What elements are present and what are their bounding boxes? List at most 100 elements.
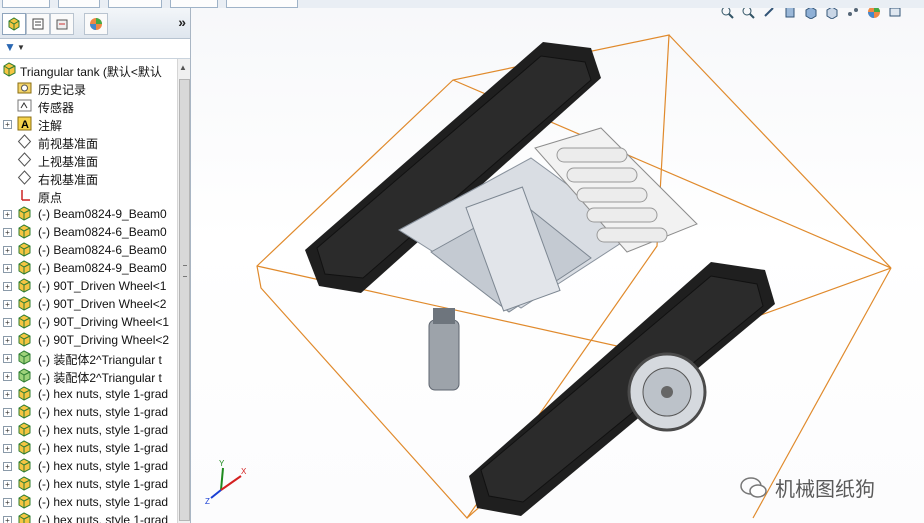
part-icon xyxy=(17,260,32,275)
watermark: 机械图纸狗 xyxy=(739,473,875,502)
tree-item-label: (-) hex nuts, style 1-grad xyxy=(38,423,169,437)
tree-item-label: 传感器 xyxy=(38,101,75,115)
tank-model-render xyxy=(256,34,892,519)
tree-item[interactable]: 历史记录 xyxy=(0,79,176,97)
scroll-up-icon[interactable]: ▲ xyxy=(179,63,187,72)
assembly-icon xyxy=(17,368,32,383)
tree-item-label: (-) 90T_Driven Wheel<2 xyxy=(38,297,167,311)
triad-x-label: X xyxy=(241,467,247,476)
feature-tree-tab[interactable] xyxy=(2,13,26,35)
command-tab-3[interactable] xyxy=(108,0,162,8)
plane-icon xyxy=(17,152,32,167)
expand-toggle[interactable]: + xyxy=(3,318,12,327)
tree-item-label: (-) hex nuts, style 1-grad xyxy=(38,495,169,509)
part-icon xyxy=(17,242,32,257)
wechat-icon xyxy=(740,476,767,498)
expand-toggle[interactable]: + xyxy=(3,480,12,489)
expand-toggle[interactable]: + xyxy=(3,264,12,273)
tree-item[interactable]: + A 注解 xyxy=(0,115,176,133)
expand-toggle[interactable]: + xyxy=(3,354,12,363)
expand-toggle[interactable]: + xyxy=(3,120,12,129)
tree-item[interactable]: + (-) hex nuts, style 1-grad xyxy=(0,403,176,421)
command-tab-5[interactable] xyxy=(226,0,298,8)
tree-item-label: (-) Beam0824-9_Beam0 xyxy=(38,207,167,221)
triad-z-label: Z xyxy=(205,497,210,506)
origin-icon xyxy=(17,188,32,203)
expand-toggle[interactable]: + xyxy=(3,372,12,381)
annotation-icon: A xyxy=(17,116,32,131)
tree-item[interactable]: + (-) hex nuts, style 1-grad xyxy=(0,439,176,457)
tree-filter-bar[interactable]: ▼ ▼ xyxy=(0,38,190,59)
sensor-icon xyxy=(17,98,32,113)
tree-item[interactable]: 右视基准面 xyxy=(0,169,176,187)
scrollbar-thumb[interactable] xyxy=(179,79,190,521)
tree-item[interactable]: + (-) hex nuts, style 1-grad xyxy=(0,421,176,439)
tree-item[interactable]: + (-) Beam0824-9_Beam0 xyxy=(0,205,176,223)
tree-item[interactable]: + (-) 装配体2^Triangular t xyxy=(0,349,176,367)
svg-text:A: A xyxy=(21,119,29,131)
expand-toggle[interactable]: + xyxy=(3,282,12,291)
collapse-panel-button[interactable]: » xyxy=(178,14,186,30)
expand-toggle[interactable]: + xyxy=(3,210,12,219)
expand-toggle[interactable]: + xyxy=(3,444,12,453)
expand-toggle[interactable]: + xyxy=(3,228,12,237)
part-icon xyxy=(17,404,32,419)
expand-toggle[interactable]: + xyxy=(3,246,12,255)
tree-item[interactable]: + (-) 90T_Driven Wheel<1 xyxy=(0,277,176,295)
command-tab-1[interactable] xyxy=(2,0,50,8)
tree-item-label: (-) hex nuts, style 1-grad xyxy=(38,405,169,419)
tree-item[interactable]: 原点 xyxy=(0,187,176,205)
expand-toggle[interactable]: + xyxy=(3,498,12,507)
part-icon xyxy=(17,476,32,491)
tree-item-label: 上视基准面 xyxy=(38,155,99,169)
tree-item[interactable]: + (-) Beam0824-9_Beam0 xyxy=(0,259,176,277)
tree-item[interactable]: + (-) 90T_Driving Wheel<2 xyxy=(0,331,176,349)
tree-item[interactable]: 前视基准面 xyxy=(0,133,176,151)
tree-scrollbar[interactable]: ▲ xyxy=(177,59,190,523)
tree-item-label: (-) hex nuts, style 1-grad xyxy=(38,513,169,523)
expand-toggle[interactable]: + xyxy=(3,426,12,435)
part-icon xyxy=(17,494,32,509)
tree-item[interactable]: + (-) 90T_Driven Wheel<2 xyxy=(0,295,176,313)
tree-item[interactable]: 上视基准面 xyxy=(0,151,176,169)
expand-toggle[interactable]: + xyxy=(3,336,12,345)
plane-icon xyxy=(17,170,32,185)
display-manager-tab[interactable] xyxy=(84,13,108,35)
property-manager-tab[interactable] xyxy=(26,13,50,35)
command-tab-4[interactable] xyxy=(170,0,218,8)
graphics-viewport[interactable]: Y X Z 机械图纸狗 xyxy=(191,8,924,523)
filter-icon[interactable]: ▼ xyxy=(4,40,16,54)
expand-toggle[interactable]: + xyxy=(3,462,12,471)
part-icon xyxy=(17,458,32,473)
expand-toggle[interactable]: + xyxy=(3,390,12,399)
configuration-manager-tab[interactable] xyxy=(50,13,74,35)
tree-item[interactable]: + (-) Beam0824-6_Beam0 xyxy=(0,223,176,241)
tree-item[interactable]: + (-) hex nuts, style 1-grad xyxy=(0,457,176,475)
tree-item[interactable]: + (-) hex nuts, style 1-grad xyxy=(0,511,176,523)
tree-item[interactable]: + (-) 90T_Driving Wheel<1 xyxy=(0,313,176,331)
tree-item-label: (-) 装配体2^Triangular t xyxy=(38,371,162,385)
tree-item[interactable]: + (-) hex nuts, style 1-grad xyxy=(0,493,176,511)
tree-item[interactable]: + (-) Beam0824-6_Beam0 xyxy=(0,241,176,259)
tree-root[interactable]: Triangular tank (默认<默认 xyxy=(0,61,176,79)
display-manager-icon xyxy=(90,18,102,30)
expand-toggle[interactable]: + xyxy=(3,300,12,309)
part-icon xyxy=(17,224,32,239)
tree-item-label: (-) hex nuts, style 1-grad xyxy=(38,441,169,455)
expand-toggle[interactable]: + xyxy=(3,408,12,417)
tree-item[interactable]: + (-) 装配体2^Triangular t xyxy=(0,367,176,385)
feature-tree-icon xyxy=(8,17,20,31)
tree-item[interactable]: + (-) hex nuts, style 1-grad xyxy=(0,475,176,493)
tree-item-label: (-) 90T_Driving Wheel<2 xyxy=(38,333,170,347)
part-icon xyxy=(17,332,32,347)
command-tab-2[interactable] xyxy=(58,0,100,8)
tree-item-label: (-) hex nuts, style 1-grad xyxy=(38,477,169,491)
chevron-down-icon[interactable]: ▼ xyxy=(17,43,25,52)
assembly-icon xyxy=(2,62,17,77)
tree-item[interactable]: + (-) hex nuts, style 1-grad xyxy=(0,385,176,403)
tree-item[interactable]: 传感器 xyxy=(0,97,176,115)
motor xyxy=(428,308,460,391)
expand-toggle[interactable]: + xyxy=(3,516,12,523)
tree-item-label: 历史记录 xyxy=(38,83,87,97)
part-icon xyxy=(17,206,32,221)
